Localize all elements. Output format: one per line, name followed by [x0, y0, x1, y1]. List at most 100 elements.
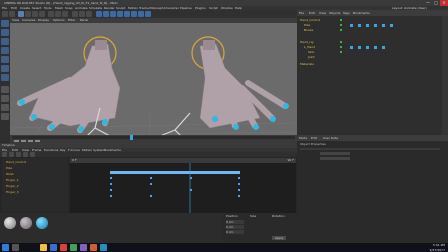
app-icon[interactable] — [80, 244, 87, 251]
timeline-tool-icon[interactable] — [2, 152, 7, 157]
file-explorer-icon[interactable] — [40, 244, 47, 251]
windows-start-icon[interactable] — [2, 244, 9, 251]
attribute-field[interactable] — [320, 152, 350, 155]
rotate-icon[interactable] — [39, 11, 45, 17]
keyframe-tracks[interactable] — [70, 163, 296, 213]
viewport-menu-options[interactable]: Options — [53, 18, 65, 23]
cinema4d-icon[interactable] — [100, 244, 107, 251]
deformer-icon[interactable] — [124, 11, 130, 17]
coord-label-rotation: Rotation — [272, 214, 285, 218]
viewport-menu-view[interactable]: View — [12, 18, 19, 23]
om-menu-bookmarks[interactable]: Bookmarks — [353, 10, 370, 16]
right-hand-model[interactable] — [191, 36, 289, 130]
playhead-icon — [130, 135, 133, 140]
object-tags — [340, 19, 393, 53]
make-editable-icon[interactable] — [1, 20, 9, 27]
cube-icon[interactable] — [96, 11, 102, 17]
om-menu-tags[interactable]: Tags — [343, 10, 350, 16]
redo-icon[interactable] — [9, 11, 15, 17]
subdivision-icon[interactable] — [110, 11, 116, 17]
material-manager — [0, 213, 222, 243]
move-icon[interactable] — [25, 11, 31, 17]
viewport-menu-filter[interactable]: Filter — [68, 18, 75, 23]
viewport-menubar: View Cameras Display Options Filter Pane… — [10, 18, 297, 23]
animation-timebar[interactable] — [10, 135, 297, 143]
left-hand-model[interactable] — [17, 36, 121, 133]
timeline-tool-icon[interactable] — [16, 152, 21, 157]
app-icon[interactable] — [60, 244, 67, 251]
camera-icon[interactable] — [138, 11, 144, 17]
material-swatch[interactable] — [20, 217, 32, 229]
om-menu-file[interactable]: File — [299, 10, 304, 16]
object-manager-menubar: File Edit View Objects Tags Bookmarks — [297, 10, 448, 16]
attribute-field[interactable] — [320, 157, 350, 160]
window-title: CINEMA 4D R18.057 Studio (R) - [Hand_rig… — [4, 1, 118, 5]
timeline-tool-icon[interactable] — [23, 152, 28, 157]
browser-icon[interactable] — [50, 244, 57, 251]
3d-viewport[interactable] — [10, 18, 297, 143]
polygons-mode-icon[interactable] — [1, 74, 9, 81]
viewport-menu-panel[interactable]: Panel — [80, 18, 88, 23]
scale-icon[interactable] — [32, 11, 38, 17]
viewport-scene — [10, 36, 297, 143]
array-icon[interactable] — [117, 11, 123, 17]
coord-z-field[interactable]: 0 cm — [226, 230, 244, 234]
viewport-menu-display[interactable]: Display — [38, 18, 49, 23]
timeline-toolbar — [0, 152, 297, 157]
search-icon[interactable] — [12, 244, 19, 251]
material-swatch[interactable] — [4, 217, 16, 229]
attribute-manager-menubar: Mode Edit User Data — [297, 135, 448, 141]
timeline-keyframe-area[interactable] — [70, 163, 296, 213]
timeline-track[interactable]: Finger_1 — [2, 178, 68, 183]
system-clock[interactable]: 5:01 PM 4/27/2017 — [430, 243, 445, 252]
attr-menu-edit[interactable]: Edit — [311, 135, 317, 141]
om-menu-view[interactable]: View — [319, 10, 326, 16]
workplane-icon[interactable] — [1, 47, 9, 54]
pen-icon[interactable] — [103, 11, 109, 17]
side-panel-tabs[interactable] — [442, 16, 448, 135]
attr-menu-mode[interactable]: Mode — [299, 135, 307, 141]
apply-button[interactable]: Apply — [272, 236, 287, 240]
coord-x-field[interactable]: 0 cm — [226, 220, 244, 224]
render-picture-icon[interactable] — [79, 11, 85, 17]
edges-mode-icon[interactable] — [1, 65, 9, 72]
timeline-track[interactable]: Wrist — [2, 172, 68, 177]
windows-taskbar: 5:01 PM 4/27/2017 — [0, 243, 448, 252]
texture-mode-icon[interactable] — [1, 38, 9, 45]
render-view-icon[interactable] — [72, 11, 78, 17]
timeline-track[interactable]: Hand_Control — [2, 160, 68, 165]
time-slider[interactable] — [10, 135, 297, 143]
timeline-track-list: Hand_Control Pole Wrist Finger_1 Finger_… — [2, 158, 68, 212]
attribute-title: Object Properties — [300, 142, 326, 146]
material-swatch[interactable] — [36, 217, 48, 229]
light-icon[interactable] — [145, 11, 151, 17]
attr-menu-user-data[interactable]: User Data — [323, 135, 338, 141]
y-axis-icon[interactable] — [55, 11, 61, 17]
x-axis-icon[interactable] — [48, 11, 54, 17]
viewport-menu-cameras[interactable]: Cameras — [22, 18, 35, 23]
coord-y-field[interactable]: 0 cm — [226, 225, 244, 229]
om-menu-edit[interactable]: Edit — [309, 10, 315, 16]
timeline-track[interactable]: Finger_3 — [2, 190, 68, 195]
coord-label-position: Position — [226, 214, 238, 218]
lock-icon[interactable] — [1, 113, 9, 120]
points-mode-icon[interactable] — [1, 56, 9, 63]
undo-icon[interactable] — [2, 11, 8, 17]
om-menu-objects[interactable]: Objects — [329, 10, 340, 16]
render-settings-icon[interactable] — [86, 11, 92, 17]
timeline-track[interactable]: Finger_2 — [2, 184, 68, 189]
z-axis-icon[interactable] — [62, 11, 68, 17]
axis-mode-icon[interactable] — [1, 86, 9, 93]
app-icon[interactable] — [70, 244, 77, 251]
attribute-divider — [300, 148, 440, 150]
timeline-tool-icon[interactable] — [9, 152, 14, 157]
snap-icon[interactable] — [1, 104, 9, 111]
app-icon[interactable] — [90, 244, 97, 251]
select-icon[interactable] — [18, 11, 24, 17]
timeline-tool-icon[interactable] — [30, 152, 35, 157]
timeline-track[interactable]: Pole — [2, 166, 68, 171]
floor-icon[interactable] — [131, 11, 137, 17]
model-mode-icon[interactable] — [1, 29, 9, 36]
tweak-mode-icon[interactable] — [1, 95, 9, 102]
coord-label-size: Size — [250, 214, 257, 218]
